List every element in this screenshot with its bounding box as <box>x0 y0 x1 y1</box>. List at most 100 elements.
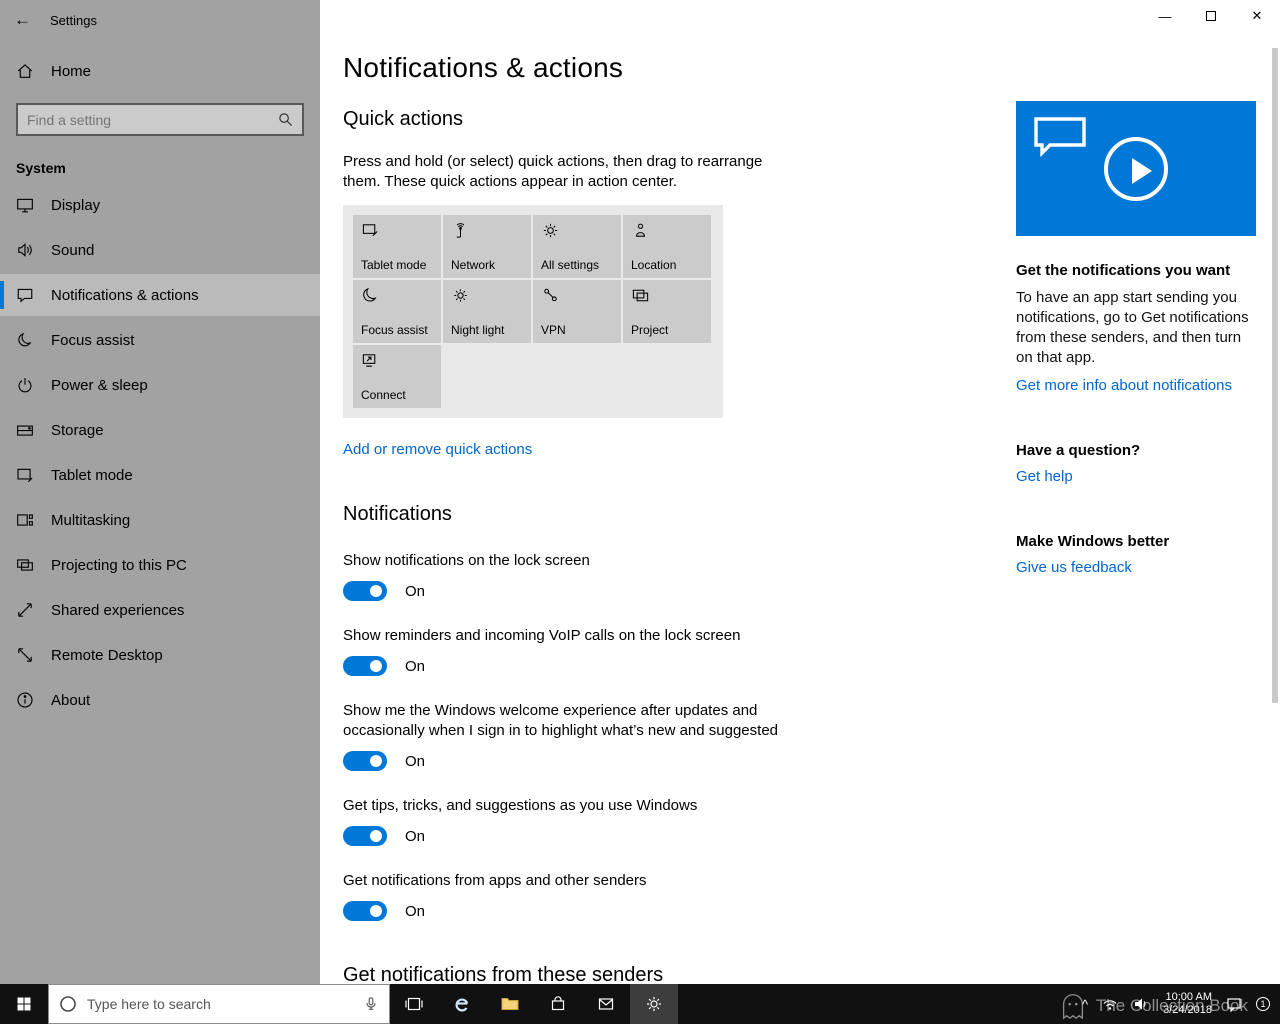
search-icon <box>279 113 293 127</box>
sidebar-item-sound[interactable]: Sound <box>0 229 320 271</box>
sidebar-item-projecting[interactable]: Projecting to this PC <box>0 544 320 586</box>
quick-action-connect[interactable]: Connect <box>353 345 441 408</box>
edge-browser-button[interactable] <box>438 984 486 1024</box>
quick-action-location[interactable]: Location <box>623 215 711 278</box>
microphone-icon[interactable] <box>363 996 379 1012</box>
add-remove-quick-actions-link[interactable]: Add or remove quick actions <box>343 441 532 458</box>
sidebar-section-system: System <box>16 160 66 176</box>
settings-window: ← Settings Home System Display Sound <box>0 0 1280 984</box>
content-area: Notifications & actions Quick actions Pr… <box>320 0 1280 984</box>
sidebar-item-label: Focus assist <box>51 331 135 349</box>
sidebar-item-focus-assist[interactable]: Focus assist <box>0 319 320 361</box>
tile-label: Focus assist <box>361 323 428 337</box>
toggle-tips-suggestions[interactable] <box>343 826 387 846</box>
sidebar-item-storage[interactable]: Storage <box>0 409 320 451</box>
toggle-app-notifications[interactable] <box>343 901 387 921</box>
find-setting-search[interactable] <box>16 103 304 136</box>
sidebar-item-label: Home <box>51 62 92 80</box>
tile-label: Connect <box>361 388 406 402</box>
give-feedback-link[interactable]: Give us feedback <box>1016 559 1132 576</box>
video-thumbnail[interactable] <box>1016 101 1256 236</box>
speech-bubble-icon <box>1034 117 1086 157</box>
window-controls: — ✕ <box>1142 0 1280 32</box>
sidebar-item-multitasking[interactable]: Multitasking <box>0 499 320 541</box>
quick-action-night-light[interactable]: Night light <box>443 280 531 343</box>
file-explorer-button[interactable] <box>486 984 534 1024</box>
clock-date: 3/24/2018 <box>1163 1004 1212 1016</box>
question-heading: Have a question? <box>1016 442 1141 459</box>
display-icon <box>17 198 33 213</box>
tile-label: Project <box>631 323 669 337</box>
sidebar-item-home[interactable]: Home <box>0 50 320 92</box>
sidebar-item-label: Projecting to this PC <box>51 556 187 574</box>
notification-count-badge: 1 <box>1256 997 1270 1011</box>
windows-logo-icon <box>17 997 31 1011</box>
hidden-icons-chevron[interactable]: ^ <box>1082 997 1088 1012</box>
start-button[interactable] <box>0 984 48 1024</box>
sidebar-item-notifications[interactable]: Notifications & actions <box>0 274 320 316</box>
file-explorer-icon <box>501 998 519 1010</box>
video-heading: Get the notifications you want <box>1016 262 1231 279</box>
sidebar-item-label: Sound <box>51 241 95 259</box>
toggle-voip-reminders[interactable] <box>343 656 387 676</box>
tile-label: Night light <box>451 323 505 337</box>
toggle-state: On <box>405 752 426 770</box>
quick-action-all-settings[interactable]: All settings <box>533 215 621 278</box>
help-panel: Get the notifications you want To have a… <box>1016 101 1256 577</box>
back-button[interactable]: ← <box>14 10 50 30</box>
settings-taskbar-button[interactable] <box>630 984 678 1024</box>
toggle-knob <box>370 830 382 842</box>
close-button[interactable]: ✕ <box>1234 0 1280 32</box>
quick-action-network[interactable]: Network <box>443 215 531 278</box>
more-info-link[interactable]: Get more info about notifications <box>1016 377 1232 394</box>
action-center-icon[interactable] <box>1225 995 1243 1013</box>
mail-button[interactable] <box>582 984 630 1024</box>
quick-action-project[interactable]: Project <box>623 280 711 343</box>
taskbar-clock[interactable]: 10:00 AM 3/24/2018 <box>1163 991 1212 1017</box>
task-view-button[interactable] <box>390 984 438 1024</box>
sidebar-item-label: Display <box>51 196 101 214</box>
toggle-knob <box>370 755 382 767</box>
quick-action-focus-assist[interactable]: Focus assist <box>353 280 441 343</box>
toggle-welcome-experience[interactable] <box>343 751 387 771</box>
sidebar-item-tablet-mode[interactable]: Tablet mode <box>0 454 320 496</box>
power-icon <box>18 378 32 393</box>
toggle-state: On <box>405 902 426 920</box>
location-icon <box>635 223 646 237</box>
desktop: ← Settings Home System Display Sound <box>0 0 1280 1024</box>
toggle-state: On <box>405 657 426 675</box>
feedback-heading: Make Windows better <box>1016 533 1170 550</box>
edge-icon <box>455 998 469 1012</box>
store-button[interactable] <box>534 984 582 1024</box>
video-text: To have an app start sending you notific… <box>1016 289 1249 366</box>
connect-icon <box>362 354 376 367</box>
toggle-group: Get tips, tricks, and suggestions as you… <box>343 796 1020 846</box>
minimize-button[interactable]: — <box>1142 0 1188 32</box>
home-icon <box>17 64 33 78</box>
wifi-icon[interactable] <box>1101 995 1119 1013</box>
toggle-lock-screen-notifications[interactable] <box>343 581 387 601</box>
quick-action-vpn[interactable]: VPN <box>533 280 621 343</box>
sidebar-item-shared-experiences[interactable]: Shared experiences <box>0 589 320 631</box>
search-input[interactable] <box>18 105 278 134</box>
network-icon <box>456 223 465 238</box>
maximize-icon <box>1206 11 1216 21</box>
toggle-label: Get tips, tricks, and suggestions as you… <box>343 797 698 814</box>
settings-gear-icon <box>647 997 661 1011</box>
quick-action-tablet-mode[interactable]: Tablet mode <box>353 215 441 278</box>
vertical-scrollbar[interactable] <box>1272 48 1278 703</box>
quick-actions-description: Press and hold (or select) quick actions… <box>343 153 763 190</box>
sidebar-item-about[interactable]: About <box>0 679 320 721</box>
toggle-knob <box>370 660 382 672</box>
sidebar-item-display[interactable]: Display <box>0 184 320 226</box>
toggle-label: Show notifications on the lock screen <box>343 552 590 569</box>
volume-icon[interactable] <box>1132 995 1150 1013</box>
maximize-button[interactable] <box>1188 0 1234 32</box>
sidebar-item-power-sleep[interactable]: Power & sleep <box>0 364 320 406</box>
taskbar: Type here to search ^ 10:00 AM 3/24/2018… <box>0 984 1280 1024</box>
play-button[interactable] <box>1104 137 1168 201</box>
taskbar-search[interactable]: Type here to search <box>48 984 390 1024</box>
sidebar-item-remote-desktop[interactable]: Remote Desktop <box>0 634 320 676</box>
get-help-link[interactable]: Get help <box>1016 468 1073 485</box>
clock-time: 10:00 AM <box>1165 991 1212 1003</box>
